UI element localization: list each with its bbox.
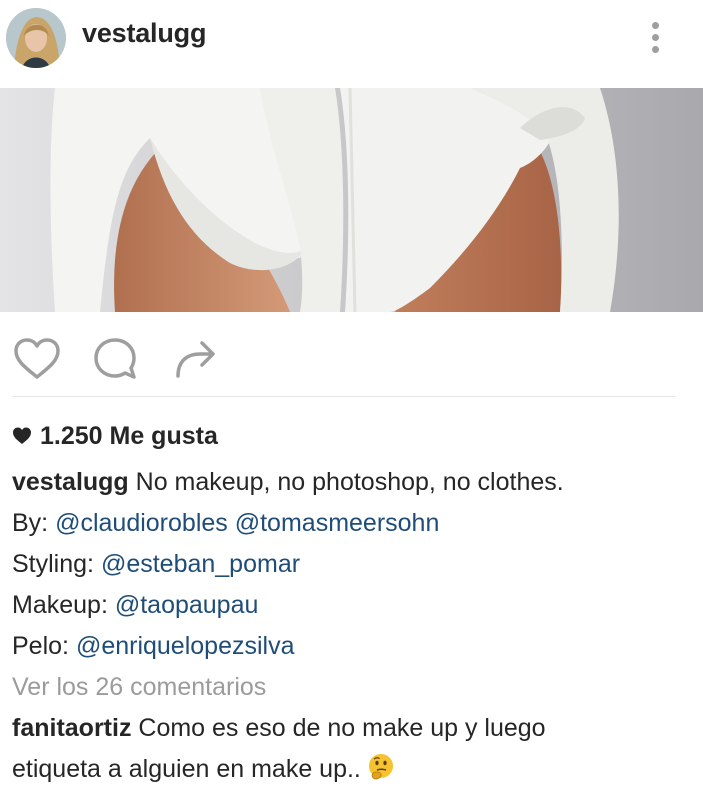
likes-label: 1.250 Me gusta <box>40 421 218 450</box>
mention-link[interactable]: @tomasmeersohn <box>235 509 440 537</box>
comment-author[interactable]: fanitaortiz <box>12 714 131 742</box>
credit-line-makeup: Makeup: @taopaupau <box>12 588 258 622</box>
comment-bubble-icon[interactable] <box>88 332 142 386</box>
credit-line-by: By: @claudiorobles @tomasmeersohn <box>12 506 439 540</box>
share-arrow-icon[interactable] <box>168 332 222 386</box>
credit-line-styling: Styling: @esteban_pomar <box>12 547 300 581</box>
credit-label: Pelo: <box>12 632 76 660</box>
credit-label: By: <box>12 509 56 537</box>
caption-author[interactable]: vestalugg <box>12 468 129 496</box>
mention-link[interactable]: @esteban_pomar <box>101 550 300 578</box>
credit-label: Makeup: <box>12 591 115 619</box>
divider <box>12 396 676 397</box>
likes-count[interactable]: 1.250 Me gusta <box>12 420 218 452</box>
comment-text: Como es eso de no make up y luego <box>131 714 546 742</box>
avatar[interactable] <box>6 8 66 68</box>
more-vertical-icon[interactable] <box>644 18 666 58</box>
post-photo[interactable] <box>0 88 703 312</box>
credit-label: Styling: <box>12 550 101 578</box>
view-all-comments-link[interactable]: Ver los 26 comentarios <box>12 670 266 704</box>
comment-text: etiqueta a alguien en make up.. <box>12 755 361 783</box>
action-bar <box>0 318 703 394</box>
mention-link[interactable]: @taopaupau <box>115 591 259 619</box>
comment-line: fanitaortiz Como es eso de no make up y … <box>12 711 546 745</box>
thinking-face-emoji <box>368 754 393 780</box>
credit-line-pelo: Pelo: @enriquelopezsilva <box>12 629 295 663</box>
heart-filled-icon <box>13 427 31 444</box>
mention-link[interactable]: @enriquelopezsilva <box>76 632 295 660</box>
caption-line: vestalugg No makeup, no photoshop, no cl… <box>12 465 564 499</box>
comment-line-continued: etiqueta a alguien en make up.. <box>12 752 395 786</box>
post-header: vestalugg <box>0 0 703 88</box>
post-username[interactable]: vestalugg <box>82 18 206 49</box>
caption-text: No makeup, no photoshop, no clothes. <box>128 468 564 496</box>
mention-link[interactable]: @claudiorobles <box>55 509 228 537</box>
heart-outline-icon[interactable] <box>10 332 64 386</box>
